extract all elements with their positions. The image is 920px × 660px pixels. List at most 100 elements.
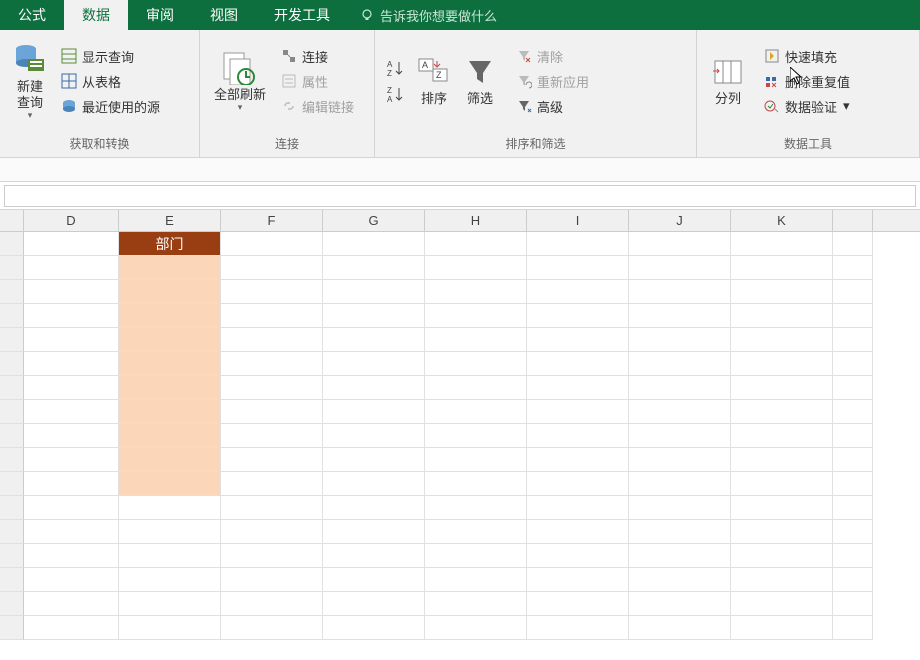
cell[interactable]	[527, 520, 629, 544]
cell[interactable]	[0, 616, 24, 640]
tell-me-search[interactable]: 告诉我你想要做什么	[348, 0, 509, 30]
cell[interactable]	[425, 280, 527, 304]
cell[interactable]	[731, 280, 833, 304]
new-query-button[interactable]: 新建 查询 ▾	[8, 39, 52, 123]
col-header[interactable]: F	[221, 210, 323, 231]
cell[interactable]	[221, 496, 323, 520]
formula-input[interactable]	[4, 185, 916, 207]
cell[interactable]	[629, 232, 731, 256]
cell[interactable]	[425, 256, 527, 280]
cell[interactable]	[323, 568, 425, 592]
cell[interactable]	[323, 376, 425, 400]
cell[interactable]	[833, 304, 873, 328]
cell[interactable]	[0, 424, 24, 448]
cell[interactable]	[24, 232, 119, 256]
cell[interactable]	[527, 544, 629, 568]
cell[interactable]	[119, 352, 221, 376]
cell[interactable]	[0, 256, 24, 280]
refresh-all-button[interactable]: 全部刷新 ▾	[208, 47, 272, 116]
cell[interactable]	[323, 304, 425, 328]
cell[interactable]	[833, 448, 873, 472]
cell[interactable]	[833, 472, 873, 496]
tab-devtools[interactable]: 开发工具	[256, 0, 348, 30]
cell[interactable]	[24, 544, 119, 568]
cell[interactable]	[425, 304, 527, 328]
cell[interactable]	[0, 544, 24, 568]
cell[interactable]	[323, 496, 425, 520]
cell[interactable]	[731, 520, 833, 544]
cell[interactable]	[527, 376, 629, 400]
cell[interactable]	[119, 520, 221, 544]
cell[interactable]	[119, 472, 221, 496]
cell[interactable]	[527, 424, 629, 448]
cell[interactable]	[119, 568, 221, 592]
cell[interactable]	[221, 376, 323, 400]
cell[interactable]	[221, 424, 323, 448]
text-to-columns-button[interactable]: 分列	[705, 53, 751, 109]
cell[interactable]	[425, 520, 527, 544]
cell[interactable]	[527, 400, 629, 424]
data-validation-button[interactable]: 数据验证 ▾	[761, 96, 852, 117]
cell[interactable]	[323, 352, 425, 376]
cell[interactable]	[24, 328, 119, 352]
cell[interactable]	[833, 568, 873, 592]
cell[interactable]	[527, 352, 629, 376]
cell[interactable]	[731, 304, 833, 328]
cell[interactable]	[629, 304, 731, 328]
cell[interactable]	[0, 304, 24, 328]
cell[interactable]	[323, 448, 425, 472]
cell[interactable]	[833, 352, 873, 376]
cell[interactable]	[527, 472, 629, 496]
cell[interactable]	[0, 472, 24, 496]
cell[interactable]	[323, 400, 425, 424]
tab-formula[interactable]: 公式	[0, 0, 64, 30]
reapply-button[interactable]: 重新应用	[513, 71, 591, 92]
col-header[interactable]: J	[629, 210, 731, 231]
cell[interactable]	[731, 352, 833, 376]
advanced-filter-button[interactable]: 高级	[513, 96, 591, 117]
cell[interactable]	[629, 496, 731, 520]
cell[interactable]	[221, 520, 323, 544]
cell[interactable]	[629, 472, 731, 496]
cell[interactable]	[0, 520, 24, 544]
cell[interactable]	[323, 280, 425, 304]
cell[interactable]	[0, 568, 24, 592]
cell[interactable]	[0, 448, 24, 472]
cell[interactable]	[119, 376, 221, 400]
cell[interactable]	[323, 616, 425, 640]
cell[interactable]	[119, 304, 221, 328]
col-header[interactable]: K	[731, 210, 833, 231]
cell[interactable]	[221, 592, 323, 616]
cell[interactable]	[24, 520, 119, 544]
grid[interactable]: 部门	[0, 232, 920, 640]
cell[interactable]	[731, 328, 833, 352]
cell[interactable]	[731, 592, 833, 616]
cell[interactable]	[425, 376, 527, 400]
cell[interactable]	[24, 352, 119, 376]
connections-button[interactable]: 连接	[278, 46, 356, 67]
cell[interactable]	[119, 448, 221, 472]
cell[interactable]	[24, 424, 119, 448]
cell[interactable]	[0, 376, 24, 400]
cell[interactable]	[0, 328, 24, 352]
cell[interactable]	[323, 592, 425, 616]
cell[interactable]	[221, 352, 323, 376]
tab-view[interactable]: 视图	[192, 0, 256, 30]
cell[interactable]	[833, 256, 873, 280]
cell[interactable]	[323, 520, 425, 544]
cell[interactable]	[425, 232, 527, 256]
cell[interactable]	[425, 472, 527, 496]
cell[interactable]	[833, 400, 873, 424]
cell[interactable]	[833, 616, 873, 640]
sort-button[interactable]: AZ 排序	[411, 53, 457, 109]
col-header[interactable]: I	[527, 210, 629, 231]
cell[interactable]	[731, 472, 833, 496]
cell[interactable]	[425, 328, 527, 352]
sort-desc-button[interactable]: ZA	[383, 84, 405, 104]
cell[interactable]	[0, 496, 24, 520]
cell[interactable]	[221, 616, 323, 640]
cell[interactable]	[833, 232, 873, 256]
cell[interactable]	[221, 256, 323, 280]
cell[interactable]	[527, 592, 629, 616]
cell[interactable]	[425, 424, 527, 448]
